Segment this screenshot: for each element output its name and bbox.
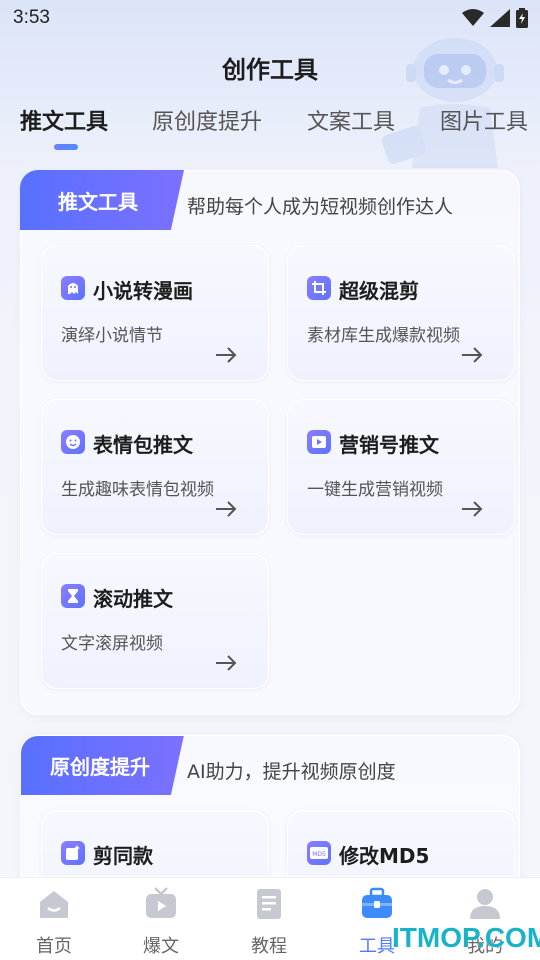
wifi-icon — [462, 9, 484, 26]
arrow-right-icon — [216, 347, 237, 363]
nav-label: 首页 — [36, 936, 72, 957]
section-tweet-tools: 推文工具 帮助每个人成为短视频创作达人 小说转漫画 演绎小说情节 超级混剪 素材… — [20, 170, 520, 715]
arrow-right-icon — [462, 347, 483, 363]
battery-icon — [516, 8, 528, 28]
section-tag: 原创度提升 — [21, 736, 184, 795]
tool-card-meme-tweet[interactable]: 表情包推文 生成趣味表情包视频 — [41, 399, 269, 535]
toolbox-icon — [362, 887, 392, 918]
tool-card-modify-md5[interactable]: MD5 修改MD5 — [287, 810, 515, 876]
tab-active-indicator — [54, 144, 78, 150]
smiley-icon — [61, 430, 85, 454]
hourglass-icon — [61, 584, 85, 608]
card-title: 小说转漫画 — [93, 279, 193, 303]
tool-card-super-mix[interactable]: 超级混剪 素材库生成爆款视频 — [287, 245, 515, 381]
card-subtitle: 素材库生成爆款视频 — [307, 326, 460, 346]
status-time: 3:53 — [13, 7, 50, 28]
ghost-book-icon — [61, 276, 85, 300]
tool-card-same-style-edit[interactable]: 剪同款 — [41, 810, 269, 876]
section-description: AI助力，提升视频原创度 — [187, 761, 396, 783]
user-icon — [470, 889, 500, 919]
crop-icon — [307, 276, 331, 300]
tab-tweet-tools[interactable]: 推文工具 — [20, 104, 108, 136]
tv-icon — [146, 887, 176, 918]
card-title: 修改MD5 — [339, 844, 430, 868]
nav-item-home[interactable]: 首页 — [14, 886, 94, 958]
card-subtitle: 生成趣味表情包视频 — [61, 480, 214, 500]
home-icon — [40, 891, 68, 918]
card-title: 滚动推文 — [93, 587, 173, 611]
page-title: 创作工具 — [222, 56, 318, 84]
signal-icon — [490, 9, 510, 27]
tab-bar: 推文工具 原创度提升 文案工具 图片工具 — [0, 104, 540, 154]
arrow-right-icon — [216, 501, 237, 517]
section-description: 帮助每个人成为短视频创作达人 — [187, 196, 454, 218]
nav-item-hot-articles[interactable]: 爆文 — [121, 886, 201, 958]
status-icons — [462, 8, 528, 28]
card-subtitle: 文字滚屏视频 — [61, 634, 163, 654]
tab-image-tools[interactable]: 图片工具 — [440, 104, 528, 136]
card-title: 剪同款 — [93, 844, 153, 868]
card-title: 表情包推文 — [93, 433, 193, 457]
watermark-text: ITMOP.COM — [392, 922, 540, 953]
arrow-right-icon — [462, 501, 483, 517]
svg-text:MD5: MD5 — [312, 851, 326, 858]
nav-label: 教程 — [251, 936, 287, 957]
tab-originality[interactable]: 原创度提升 — [152, 104, 262, 136]
nav-item-tutorials[interactable]: 教程 — [229, 886, 309, 958]
card-subtitle: 演绎小说情节 — [61, 326, 163, 346]
card-title: 超级混剪 — [339, 279, 419, 303]
md5-icon: MD5 — [307, 841, 331, 865]
video-play-icon — [307, 430, 331, 454]
section-tag: 推文工具 — [20, 170, 184, 230]
tab-copywriting[interactable]: 文案工具 — [307, 104, 395, 136]
document-icon — [257, 889, 281, 919]
tool-card-marketing-tweet[interactable]: 营销号推文 一键生成营销视频 — [287, 399, 515, 535]
sparkle-edit-icon — [61, 841, 85, 865]
arrow-right-icon — [216, 655, 237, 671]
tool-card-scroll-tweet[interactable]: 滚动推文 文字滚屏视频 — [41, 553, 269, 689]
section-originality: 原创度提升 AI助力，提升视频原创度 剪同款 MD5 修改MD5 — [20, 735, 520, 877]
nav-label: 爆文 — [143, 936, 179, 957]
tool-card-novel-to-comic[interactable]: 小说转漫画 演绎小说情节 — [41, 245, 269, 381]
card-title: 营销号推文 — [339, 433, 439, 457]
card-subtitle: 一键生成营销视频 — [307, 480, 443, 500]
